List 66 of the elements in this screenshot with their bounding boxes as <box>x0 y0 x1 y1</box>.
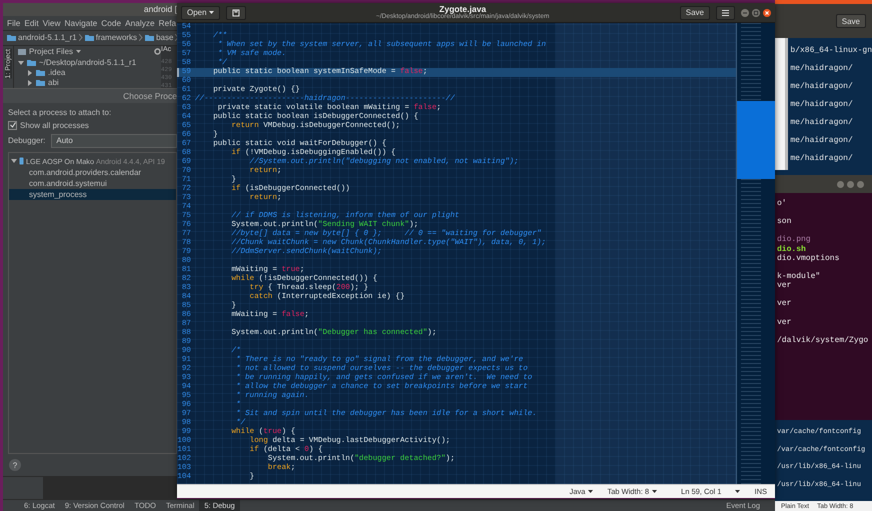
open-button[interactable]: Open <box>181 6 220 20</box>
gear-icon <box>154 48 161 56</box>
checkbox-label[interactable]: Show all processes <box>20 120 89 130</box>
breadcrumb-item[interactable]: frameworks <box>84 33 138 42</box>
terminal-line: ver <box>777 318 792 327</box>
prompt-text: Select a process to attach to: <box>8 108 112 117</box>
terminal-line: me/haidragon/ <box>790 117 854 129</box>
caret-icon <box>76 50 82 54</box>
phone-icon <box>19 157 24 166</box>
terminal-line: me/haidragon/ <box>790 153 854 165</box>
terminal-line: me/haidragon/ <box>790 63 854 75</box>
menu-item[interactable]: Navigate <box>64 18 98 28</box>
terminal-line: b/x86_64-linux-gn <box>790 45 872 57</box>
position-menu-button[interactable] <box>735 490 740 493</box>
panel-title[interactable]: Project Files <box>29 47 74 56</box>
caret-icon <box>652 490 658 493</box>
window-title: Zygote.java <box>439 4 486 12</box>
menu-item[interactable]: Refa <box>158 18 176 28</box>
menu-item[interactable]: View <box>42 18 61 28</box>
terminal-line: me/haidragon/ <box>790 81 854 93</box>
document-icon <box>232 8 240 16</box>
terminal-line: k-module" <box>777 272 822 282</box>
menu-item[interactable]: Analyze <box>125 18 155 28</box>
caret-icon <box>208 11 214 14</box>
field-label: Debugger: <box>8 136 46 146</box>
debugger-dropdown[interactable]: Auto <box>51 134 177 148</box>
terminal-line: dio.png <box>777 235 812 245</box>
terminal-line: o' <box>777 199 788 208</box>
new-tab-button[interactable] <box>226 6 246 20</box>
help-button[interactable]: ? <box>9 459 21 472</box>
process-item[interactable]: system_process <box>9 188 176 200</box>
caret-icon <box>735 490 740 493</box>
tree-item[interactable]: ~/Desktop/android-5.1.1_r1 <box>39 58 136 68</box>
terminal-line: dio.sh <box>777 244 807 254</box>
process-item[interactable]: com.android.systemui <box>9 178 176 189</box>
chevron-icon <box>139 34 144 42</box>
close-icon <box>763 8 771 16</box>
chevron-icon <box>78 34 83 42</box>
minimize-icon <box>837 180 844 188</box>
window-title: android [ <box>144 4 177 14</box>
terminal-line: me/haidragon/ <box>790 99 854 111</box>
dialog-title: Choose Proce <box>123 90 177 101</box>
terminal-line: dio.vmoptions <box>777 254 840 264</box>
save-button[interactable]: Save <box>836 14 866 28</box>
breadcrumb-item[interactable]: base <box>145 33 174 42</box>
terminal-line: me/haidragon/ <box>790 135 854 147</box>
tree-item[interactable]: .idea <box>48 68 66 78</box>
terminal-line: ver <box>777 299 792 309</box>
tree-item[interactable]: abi <box>48 78 59 88</box>
checkbox[interactable] <box>8 120 17 130</box>
terminal-line: son <box>777 217 792 226</box>
terminal-line: /dalvik/system/Zygo <box>777 336 870 346</box>
menu-item[interactable]: Code <box>101 18 122 28</box>
process-item[interactable]: com.android.providers.calendar <box>9 166 176 178</box>
caret-icon <box>588 490 594 493</box>
menu-item[interactable]: Edit <box>24 18 39 28</box>
breadcrumb-item[interactable]: android-5.1.1_r1 <box>7 33 77 42</box>
maximize-icon <box>752 8 760 16</box>
close-icon <box>857 180 864 188</box>
minimize-icon <box>741 8 749 16</box>
save-button[interactable]: Save <box>680 6 710 20</box>
maximize-icon <box>847 180 854 188</box>
menu-item[interactable]: File <box>7 18 20 28</box>
menu-button[interactable] <box>716 6 735 20</box>
menu-icon <box>722 10 729 16</box>
terminal-line: ver <box>777 281 792 290</box>
